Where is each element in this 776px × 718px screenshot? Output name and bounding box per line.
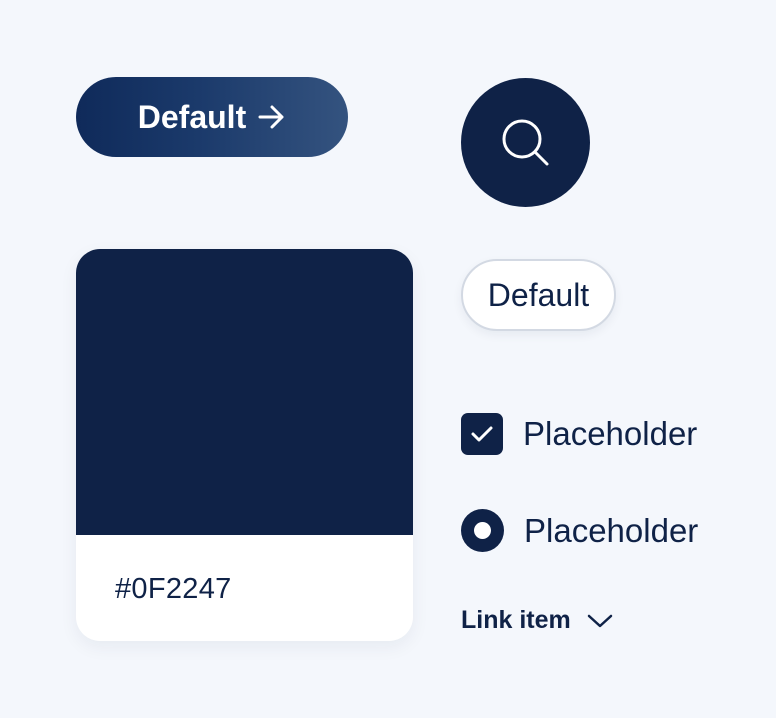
checkbox-option[interactable]: Placeholder: [461, 413, 697, 455]
checkbox-checked[interactable]: [461, 413, 503, 455]
check-icon: [471, 426, 493, 442]
link-item-label: Link item: [461, 606, 571, 634]
radio-selected[interactable]: [461, 509, 504, 552]
outline-button-label: Default: [487, 276, 590, 313]
link-item-dropdown[interactable]: Link item: [461, 606, 613, 635]
checkbox-label: Placeholder: [523, 415, 698, 452]
default-outline-button[interactable]: Default: [461, 259, 616, 331]
chevron-down-icon: [587, 613, 613, 629]
color-swatch: [76, 249, 413, 535]
search-icon: [500, 117, 552, 169]
color-hex-label: #0F2247: [115, 573, 232, 605]
radio-dot: [474, 522, 491, 539]
primary-button-label: Default: [137, 98, 247, 135]
default-primary-button[interactable]: Default: [76, 77, 348, 157]
color-swatch-card: #0F2247: [76, 249, 413, 641]
arrow-right-icon: [258, 104, 286, 130]
radio-label: Placeholder: [524, 511, 699, 549]
search-button[interactable]: [461, 78, 590, 207]
radio-option[interactable]: Placeholder: [461, 509, 698, 552]
